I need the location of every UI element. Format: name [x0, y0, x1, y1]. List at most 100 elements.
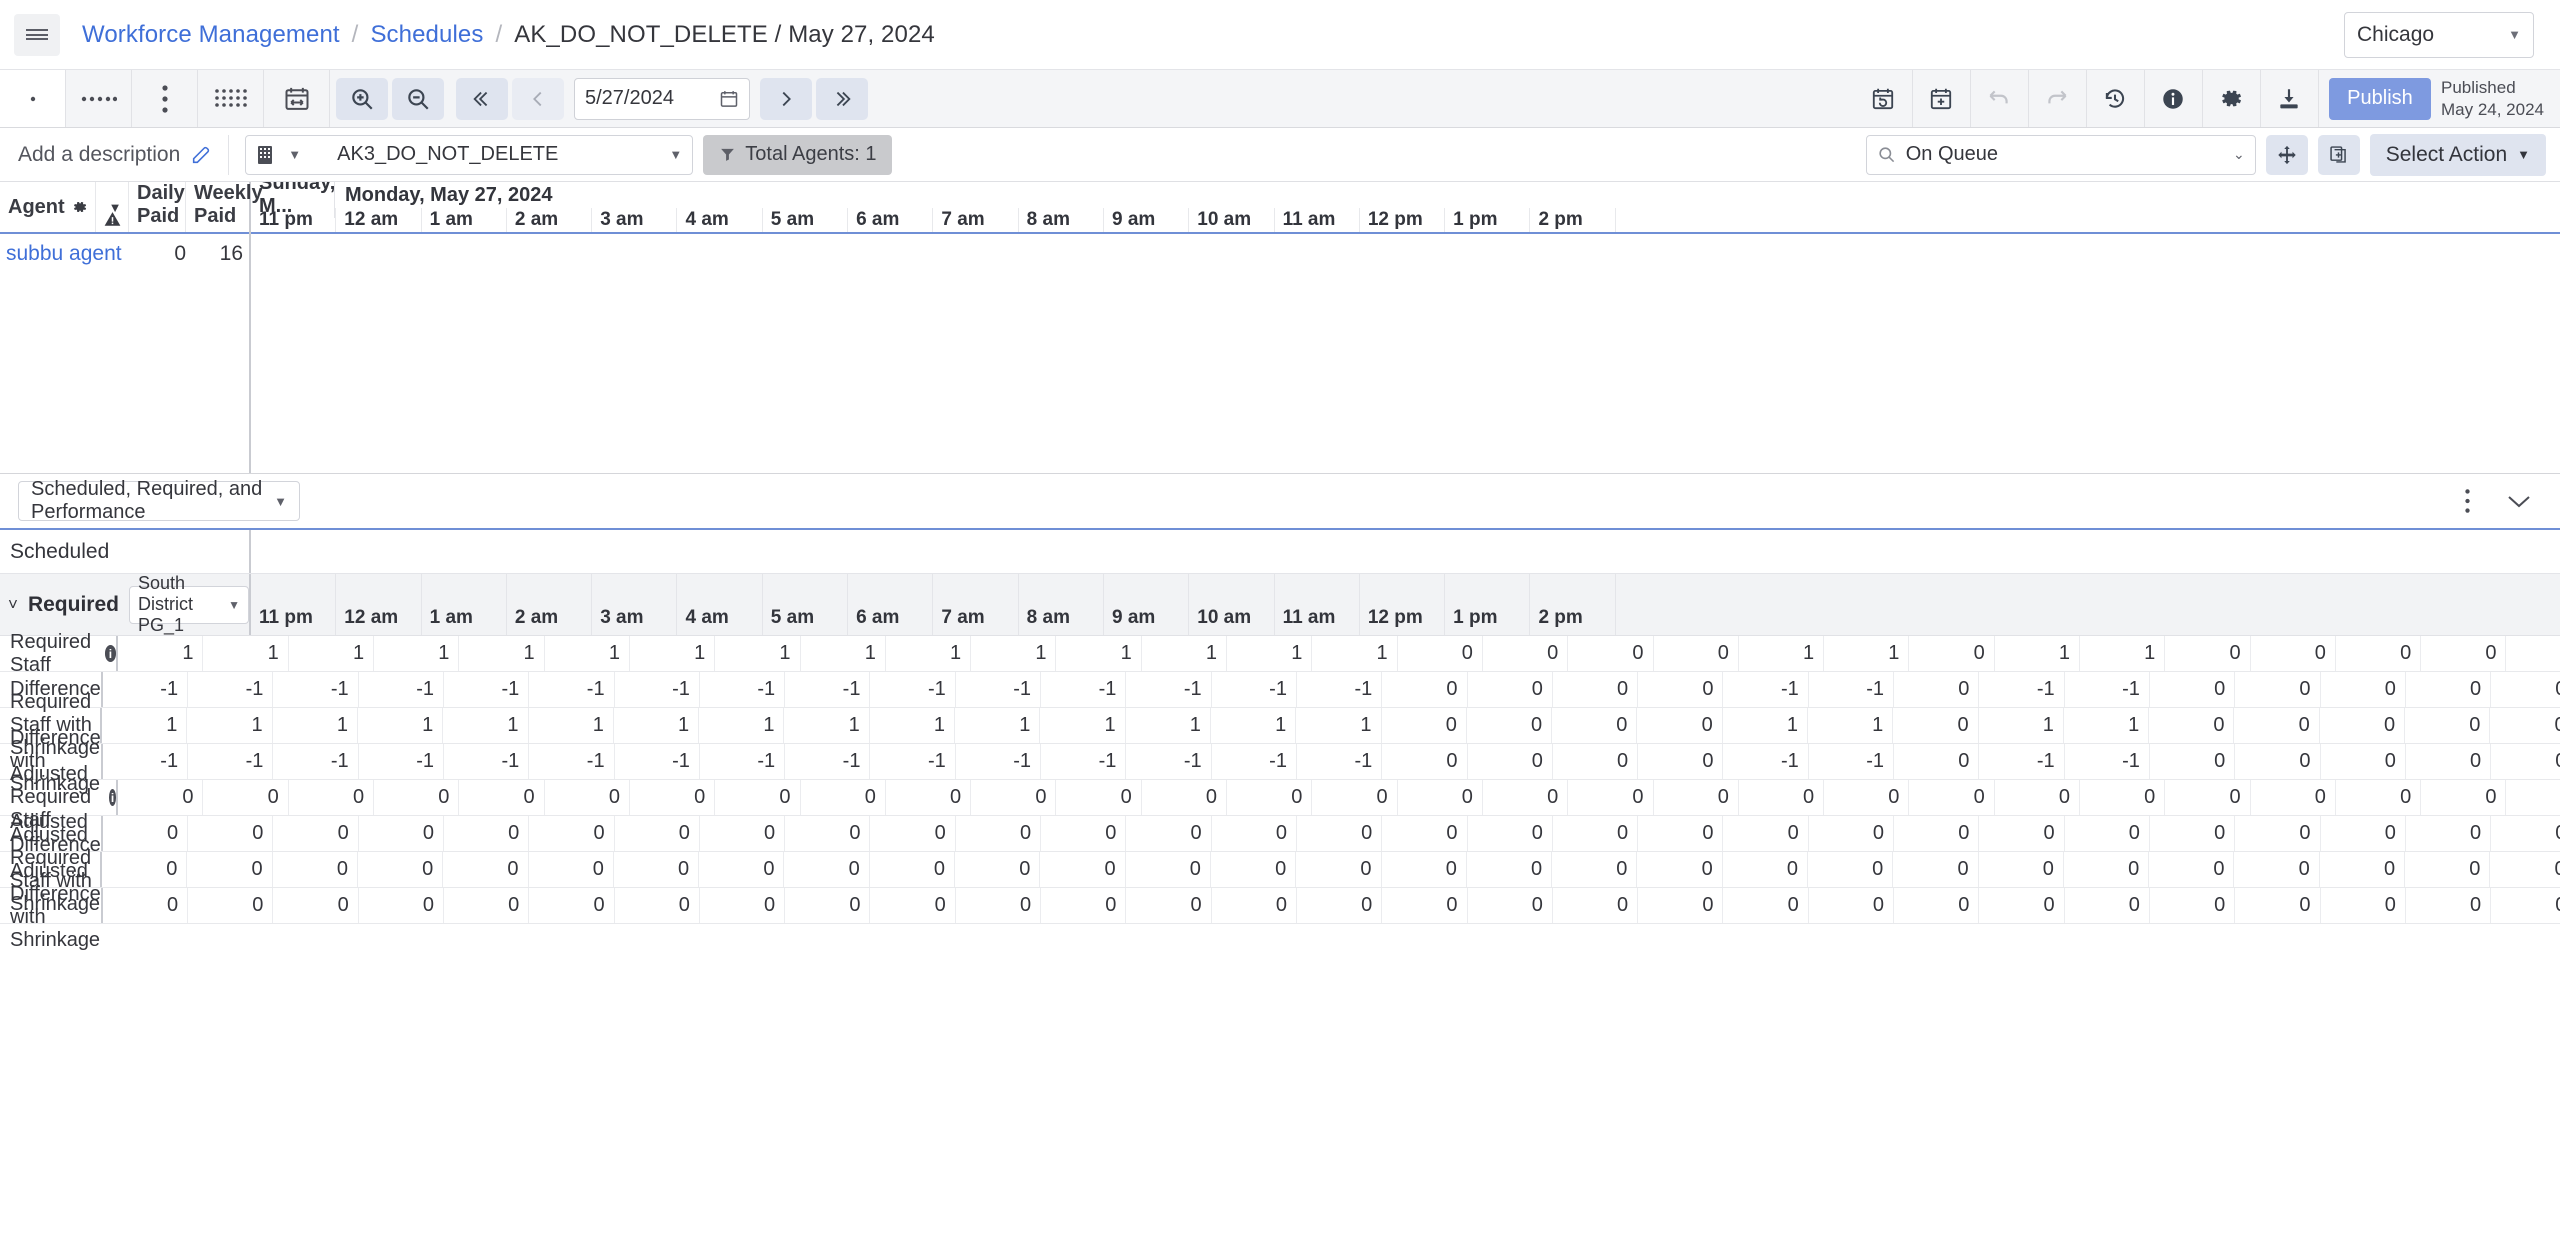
- metric-cell: 0: [1638, 888, 1724, 923]
- analytics-collapse-button[interactable]: [2502, 484, 2536, 518]
- redo-icon[interactable]: [2029, 70, 2087, 127]
- queue-search-input[interactable]: On Queue ⌄: [1865, 134, 2256, 175]
- metric-cell: 0: [2065, 888, 2150, 923]
- queue-value: On Queue: [1905, 143, 1999, 165]
- mu-icon-caret[interactable]: ▼: [288, 147, 301, 162]
- metric-cell: 1: [1995, 636, 2080, 671]
- metric-cell: 1: [1211, 708, 1297, 743]
- metric-cell: 0: [359, 816, 444, 851]
- metric-cell: 0: [187, 852, 273, 887]
- metric-cell: 0: [1312, 780, 1398, 815]
- metric-cell: 0: [1637, 708, 1723, 743]
- agent-name-link[interactable]: subbu agent: [0, 242, 129, 266]
- metric-cell: 0: [2491, 672, 2560, 707]
- chevron-down-icon: ▼: [228, 597, 240, 612]
- metric-cell: 1: [1723, 708, 1808, 743]
- metric-cell: 1: [443, 708, 529, 743]
- metric-cell: 0: [1040, 852, 1126, 887]
- info-icon[interactable]: [2145, 70, 2203, 127]
- metric-cell: 0: [2150, 744, 2236, 779]
- breadcrumb-item-schedules[interactable]: Schedules: [370, 21, 483, 49]
- metric-row: Required Staff i 1 1 1 1 1 1 1 1 1 1 1 1 1 1 1 0 0 0 0 1 1 0 1 1 0…: [0, 631, 2560, 676]
- metric-cell: 0: [1467, 852, 1553, 887]
- metric-cell: 0: [801, 780, 886, 815]
- metric-cell: 0: [1739, 780, 1825, 815]
- history-icon[interactable]: [2087, 70, 2145, 127]
- management-unit-select[interactable]: ▼ AK3_DO_NOT_DELETE ▼: [245, 134, 694, 175]
- select-action-button[interactable]: Select Action ▼: [2369, 133, 2546, 176]
- metric-cell: 0: [2491, 816, 2560, 851]
- metric-cell: -1: [1723, 672, 1809, 707]
- move-arrows-icon[interactable]: [2265, 134, 2308, 175]
- zoom-in-icon[interactable]: [336, 77, 388, 120]
- metric-cell: 0: [273, 816, 359, 851]
- metric-cell: 0: [715, 780, 801, 815]
- date-input[interactable]: 5/27/2024: [574, 77, 750, 120]
- prev-page-button[interactable]: [512, 77, 564, 120]
- add-description-button[interactable]: Add a description: [18, 143, 212, 167]
- dots-horizontal-icon[interactable]: [66, 70, 132, 127]
- next-page-button[interactable]: [760, 77, 812, 120]
- metric-cell: 1: [614, 708, 700, 743]
- metric-cell: 0: [1468, 816, 1553, 851]
- metric-cell: 0: [2490, 708, 2560, 743]
- download-icon[interactable]: [2261, 70, 2319, 127]
- metric-cell: 0: [700, 816, 786, 851]
- calendar-resize-icon[interactable]: [264, 70, 330, 127]
- calendar-plus-icon[interactable]: [1913, 70, 1971, 127]
- main-toolbar: 5/27/2024 Publish Published May 24, 2024: [0, 70, 2560, 128]
- metric-cells: 000000000000000000000000000000: [103, 816, 2560, 851]
- gear-icon[interactable]: [72, 199, 88, 215]
- zoom-out-icon[interactable]: [392, 77, 444, 120]
- region-select[interactable]: Chicago ▼: [2344, 11, 2534, 58]
- total-agents-chip[interactable]: Total Agents: 1: [703, 134, 893, 175]
- view-select[interactable]: Scheduled, Required, and Performance ▼: [18, 478, 300, 523]
- analytics-panel: Scheduled, Required, and Performance ▼ S…: [0, 474, 2560, 1242]
- metric-cell: 0: [2251, 780, 2336, 815]
- copy-icon[interactable]: [2317, 134, 2360, 175]
- dots-vertical-icon[interactable]: [132, 70, 198, 127]
- metric-cell: 0: [1638, 816, 1724, 851]
- metric-cell: 0: [188, 816, 274, 851]
- metric-cell: 0: [443, 852, 529, 887]
- metric-cell: 0: [1637, 852, 1723, 887]
- metric-cell: 1: [1979, 708, 2064, 743]
- chevron-down-icon[interactable]: ⌄: [2233, 146, 2245, 163]
- metric-cell: -1: [870, 672, 956, 707]
- schedule-body[interactable]: [251, 234, 2560, 473]
- scheduled-section-row: Scheduled: [0, 530, 2560, 574]
- edit-pencil-icon[interactable]: [190, 144, 212, 166]
- info-icon[interactable]: i: [104, 645, 117, 662]
- management-unit-value: AK3_DO_NOT_DELETE: [337, 143, 559, 165]
- hour-label: 3 am: [592, 208, 678, 232]
- metric-cell: 0: [1809, 816, 1895, 851]
- metric-cell: -1: [529, 744, 615, 779]
- calendar-icon[interactable]: [719, 89, 739, 109]
- single-dot-button[interactable]: [0, 70, 66, 127]
- analytics-menu-button[interactable]: [2450, 484, 2484, 518]
- hamburger-icon[interactable]: [14, 13, 60, 56]
- planning-group-select[interactable]: South District PG_1 ▼: [128, 573, 249, 635]
- metric-cell: 0: [1979, 816, 2065, 851]
- chevron-down-icon[interactable]: ˅: [8, 595, 18, 615]
- grid-dots-icon[interactable]: [198, 70, 264, 127]
- calendar-undo-icon[interactable]: [1855, 70, 1913, 127]
- table-row[interactable]: subbu agent 0 16: [0, 234, 249, 274]
- schedule-timeline-pane: Sunday, M... Monday, May 27, 2024 11 pm 1…: [251, 182, 2560, 473]
- breadcrumb-item-workforce-management[interactable]: Workforce Management: [82, 21, 340, 49]
- metric-cell: 0: [784, 852, 870, 887]
- chevron-down-icon[interactable]: ▼: [669, 147, 682, 162]
- undo-icon[interactable]: [1971, 70, 2029, 127]
- first-page-button[interactable]: [456, 77, 508, 120]
- metric-cell: 0: [2065, 816, 2150, 851]
- gear-icon[interactable]: [2203, 70, 2261, 127]
- metric-cell: -1: [700, 744, 786, 779]
- info-icon[interactable]: i: [108, 789, 117, 806]
- publish-button[interactable]: Publish: [2328, 77, 2431, 120]
- column-header-agent[interactable]: Agent ▼: [0, 182, 122, 232]
- hour-label: 5 am: [763, 208, 849, 232]
- top-bar: Workforce Management / Schedules / AK_DO…: [0, 0, 2560, 70]
- metric-cell: 0: [2320, 852, 2406, 887]
- last-page-button[interactable]: [816, 77, 868, 120]
- building-icon: [256, 145, 274, 165]
